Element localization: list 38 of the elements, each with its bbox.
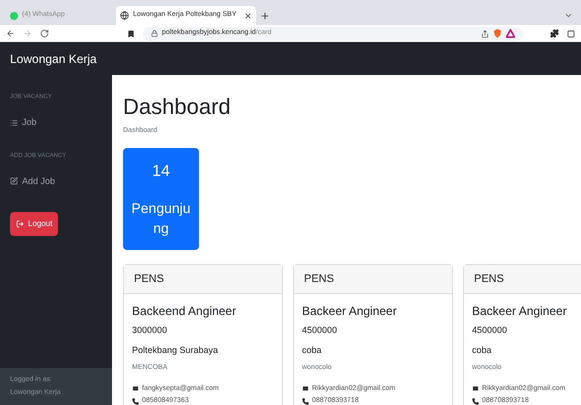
job-title: Backeer Angineer <box>472 303 568 320</box>
stat-label: Pengunjung <box>130 199 192 238</box>
new-tab-icon[interactable] <box>260 11 270 21</box>
nav-link[interactable]: Job <box>10 116 102 130</box>
share-icon[interactable] <box>481 30 489 38</box>
company: coba <box>302 344 323 356</box>
logout-button[interactable]: Logout <box>10 212 58 236</box>
close-icon[interactable] <box>244 12 252 20</box>
nav-link[interactable]: Add Job <box>10 174 102 188</box>
window-icon[interactable] <box>567 30 575 38</box>
phone-icon <box>472 398 479 405</box>
salary: 3000000 <box>132 324 168 337</box>
back-icon[interactable] <box>6 29 15 38</box>
extensions-icon[interactable] <box>550 29 559 38</box>
salary: 4500000 <box>472 324 508 337</box>
reload-icon[interactable] <box>40 29 49 38</box>
bookmark-icon[interactable] <box>127 30 135 38</box>
stat-value: 14 <box>152 162 170 182</box>
company: Poltekbang Surabaya <box>132 344 220 357</box>
globe-icon <box>120 11 129 20</box>
phone-icon <box>132 398 139 405</box>
card-header-text: PENS <box>304 272 334 287</box>
job-title: Backeer Angineer <box>302 303 398 320</box>
edit-icon <box>10 177 18 186</box>
list-icon <box>10 118 18 127</box>
lock-icon <box>151 30 158 37</box>
brand-title[interactable]: Lowongan Kerja <box>10 50 97 68</box>
company: coba <box>472 344 493 356</box>
logout-icon <box>16 220 24 228</box>
card-header-text: PENS <box>134 272 164 287</box>
shield-icon[interactable] <box>493 29 502 38</box>
triangle-icon[interactable] <box>506 29 515 38</box>
phone-icon <box>302 398 309 405</box>
salary: 4500000 <box>302 324 338 337</box>
card-header-text: PENS <box>474 272 504 287</box>
job-title: Backeend Angineer <box>132 303 238 320</box>
page-title: Dashboard <box>123 93 232 120</box>
chevron-icon[interactable] <box>564 11 573 20</box>
